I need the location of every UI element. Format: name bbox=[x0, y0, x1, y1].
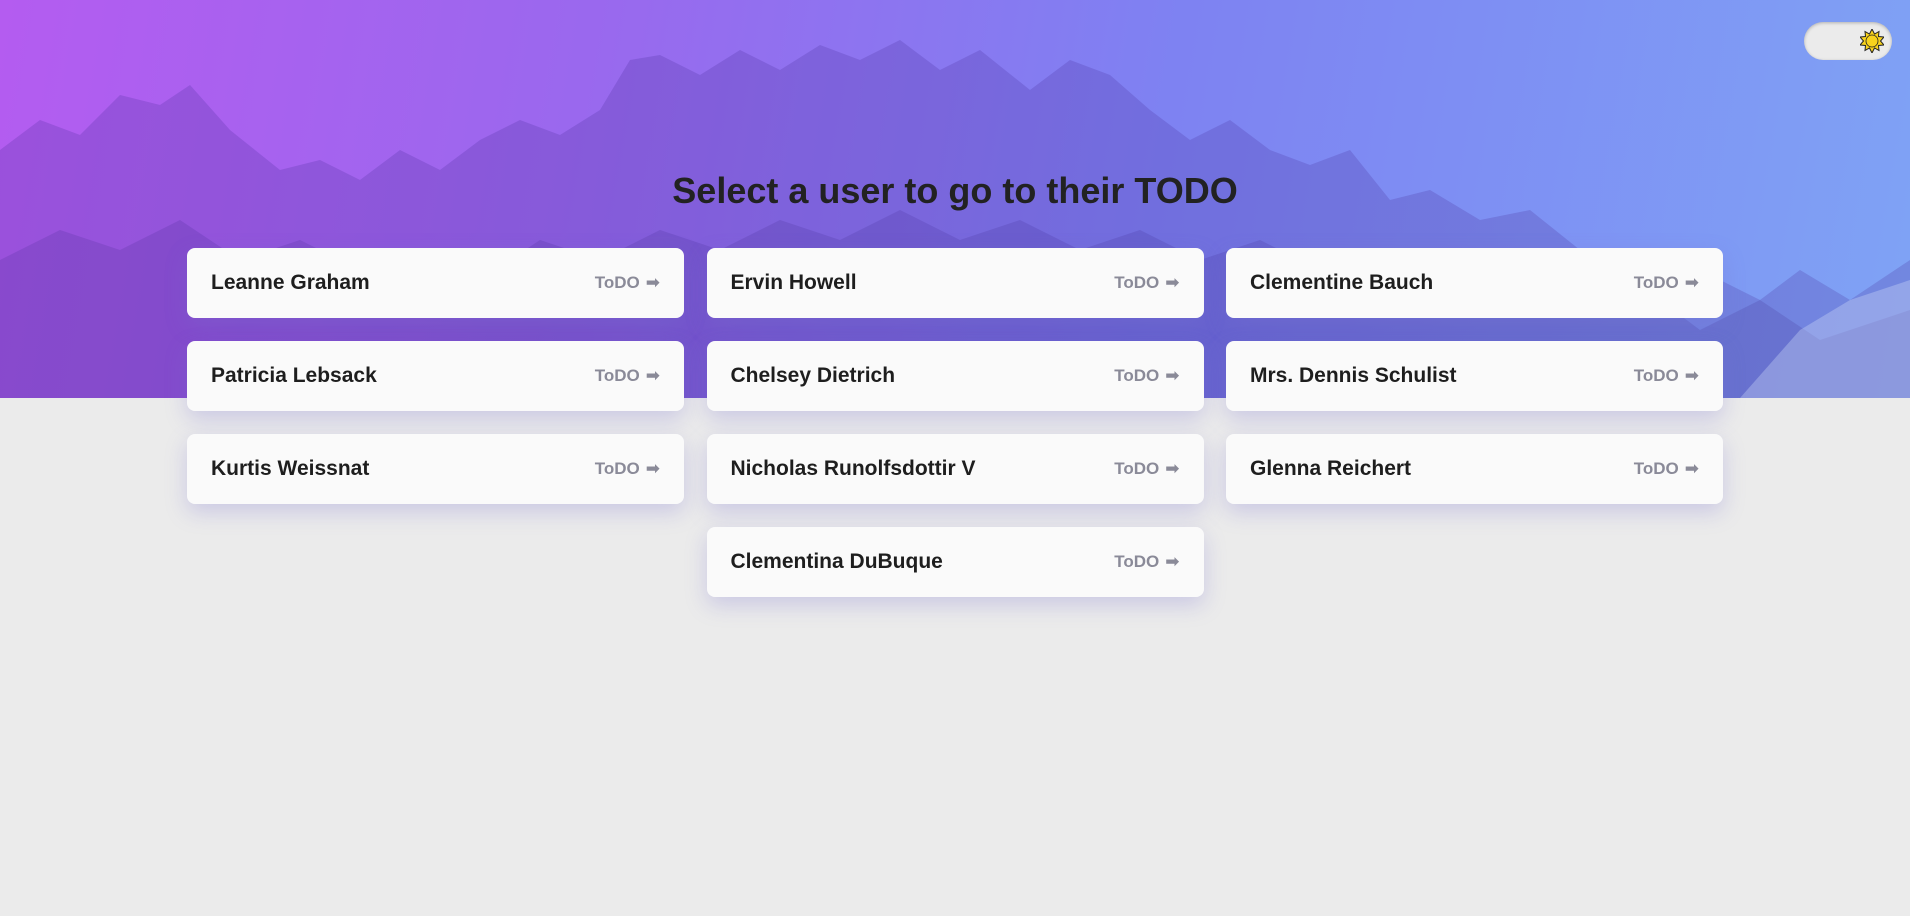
user-grid: Leanne Graham ToDO ➡ Ervin Howell ToDO ➡ C… bbox=[187, 248, 1723, 597]
user-name: Nicholas Runolfsdottir V bbox=[730, 457, 976, 480]
user-card-clementina-dubuque[interactable]: Clementina DuBuque ToDO ➡ bbox=[706, 527, 1204, 597]
page-title: Select a user to go to their TODO bbox=[672, 170, 1238, 211]
sun-icon bbox=[1860, 29, 1884, 53]
arrow-right-icon: ➡ bbox=[1165, 459, 1180, 478]
user-card-mrs-dennis-schulist[interactable]: Mrs. Dennis Schulist ToDO ➡ bbox=[1226, 341, 1723, 411]
arrow-right-icon: ➡ bbox=[1684, 366, 1699, 385]
user-name: Clementine Bauch bbox=[1250, 271, 1434, 294]
todo-link[interactable]: ToDO ➡ bbox=[1634, 459, 1699, 479]
user-name: Chelsey Dietrich bbox=[730, 364, 896, 387]
grid-spacer bbox=[187, 527, 684, 597]
user-name: Clementina DuBuque bbox=[730, 550, 943, 573]
theme-toggle[interactable] bbox=[1804, 22, 1892, 60]
user-card-patricia-lebsack[interactable]: Patricia Lebsack ToDO ➡ bbox=[187, 341, 684, 411]
arrow-right-icon: ➡ bbox=[1165, 273, 1180, 292]
todo-link[interactable]: ToDO ➡ bbox=[595, 366, 660, 386]
todo-link[interactable]: ToDO ➡ bbox=[1114, 273, 1179, 293]
user-card-glenna-reichert[interactable]: Glenna Reichert ToDO ➡ bbox=[1226, 434, 1723, 504]
todo-link[interactable]: ToDO ➡ bbox=[1634, 273, 1699, 293]
user-name: Kurtis Weissnat bbox=[211, 457, 370, 480]
user-card-kurtis-weissnat[interactable]: Kurtis Weissnat ToDO ➡ bbox=[187, 434, 684, 504]
user-card-leanne-graham[interactable]: Leanne Graham ToDO ➡ bbox=[187, 248, 684, 318]
arrow-right-icon: ➡ bbox=[645, 273, 660, 292]
user-name: Leanne Graham bbox=[211, 271, 370, 294]
todo-link[interactable]: ToDO ➡ bbox=[1634, 366, 1699, 386]
arrow-right-icon: ➡ bbox=[645, 459, 660, 478]
todo-link[interactable]: ToDO ➡ bbox=[595, 273, 660, 293]
user-name: Glenna Reichert bbox=[1250, 457, 1412, 480]
arrow-right-icon: ➡ bbox=[1684, 273, 1699, 292]
arrow-right-icon: ➡ bbox=[1165, 366, 1180, 385]
todo-link[interactable]: ToDO ➡ bbox=[595, 459, 660, 479]
user-name: Mrs. Dennis Schulist bbox=[1250, 364, 1457, 387]
arrow-right-icon: ➡ bbox=[1165, 552, 1180, 571]
user-name: Ervin Howell bbox=[730, 271, 857, 294]
user-card-nicholas-runolfsdottir-v[interactable]: Nicholas Runolfsdottir V ToDO ➡ bbox=[706, 434, 1204, 504]
arrow-right-icon: ➡ bbox=[645, 366, 660, 385]
arrow-right-icon: ➡ bbox=[1684, 459, 1699, 478]
todo-link[interactable]: ToDO ➡ bbox=[1114, 366, 1179, 386]
todo-link[interactable]: ToDO ➡ bbox=[1114, 459, 1179, 479]
user-name: Patricia Lebsack bbox=[211, 364, 377, 387]
user-card-clementine-bauch[interactable]: Clementine Bauch ToDO ➡ bbox=[1226, 248, 1723, 318]
user-card-chelsey-dietrich[interactable]: Chelsey Dietrich ToDO ➡ bbox=[706, 341, 1204, 411]
todo-link[interactable]: ToDO ➡ bbox=[1114, 552, 1179, 572]
user-card-ervin-howell[interactable]: Ervin Howell ToDO ➡ bbox=[706, 248, 1204, 318]
